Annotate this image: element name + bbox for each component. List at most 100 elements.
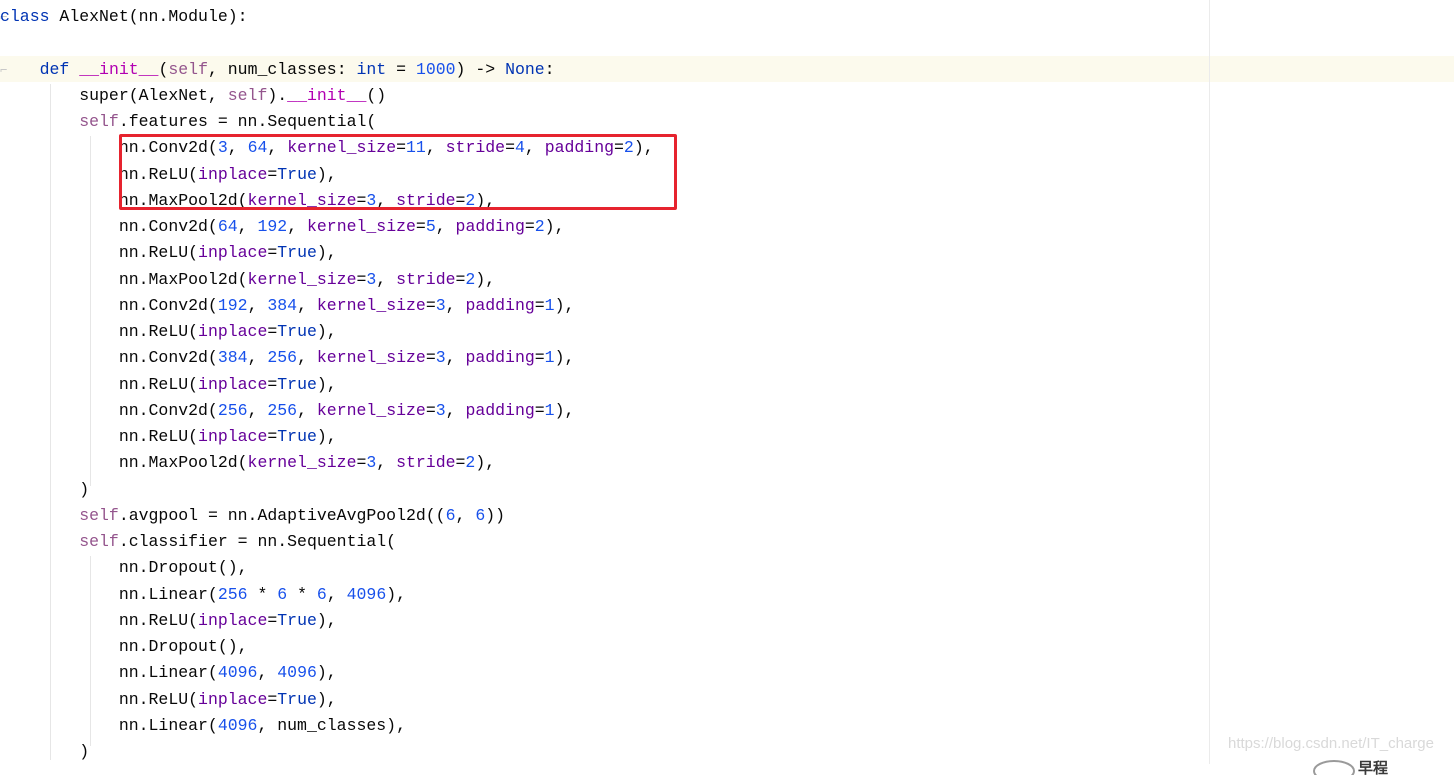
code-token: , bbox=[247, 295, 268, 315]
code-token: 384 bbox=[217, 348, 248, 368]
code-token: = bbox=[534, 295, 545, 315]
code-token: = bbox=[425, 348, 436, 368]
code-token: ), bbox=[316, 663, 337, 683]
code-token: nn.Conv2d( bbox=[0, 348, 218, 368]
code-line[interactable]: nn.Linear(4096, num_classes), bbox=[0, 713, 654, 739]
code-token: padding bbox=[455, 217, 525, 236]
code-token: self bbox=[79, 505, 119, 525]
code-token: ) bbox=[0, 479, 90, 499]
code-line[interactable]: nn.ReLU(inplace=True), bbox=[0, 240, 654, 266]
code-token: 2 bbox=[465, 269, 476, 289]
code-token: True bbox=[277, 374, 317, 394]
code-line[interactable]: ) bbox=[0, 739, 654, 765]
code-line[interactable]: super(AlexNet, self).__init__() bbox=[0, 83, 654, 109]
code-content[interactable]: class AlexNet(nn.Module):​ def __init__(… bbox=[0, 4, 654, 765]
code-token: nn.Conv2d( bbox=[0, 295, 218, 315]
code-line[interactable]: nn.MaxPool2d(kernel_size=3, stride=2), bbox=[0, 450, 654, 476]
code-token: = bbox=[425, 295, 436, 315]
code-token: ), bbox=[316, 610, 337, 630]
code-line[interactable]: self.classifier = nn.Sequential( bbox=[0, 529, 654, 555]
svg-text:早程: 早程 bbox=[1358, 760, 1388, 775]
code-editor[interactable]: ⌐ ⌐ class AlexNet(nn.Module):​ def __ini… bbox=[0, 0, 1454, 775]
code-line[interactable]: nn.ReLU(inplace=True), bbox=[0, 372, 654, 398]
code-token: 4096 bbox=[277, 663, 317, 683]
code-token: 192 bbox=[257, 217, 288, 236]
code-token: nn.Conv2d( bbox=[0, 217, 218, 236]
code-token: , bbox=[257, 663, 278, 683]
code-token: kernel_size bbox=[316, 295, 426, 315]
code-token: stride bbox=[396, 269, 456, 289]
code-token: .features = nn.Sequential( bbox=[118, 112, 377, 131]
code-token: ), bbox=[544, 217, 565, 236]
code-line[interactable]: nn.ReLU(inplace=True), bbox=[0, 687, 654, 713]
code-line[interactable]: nn.Linear(4096, 4096), bbox=[0, 660, 654, 686]
code-token: ) bbox=[0, 742, 90, 761]
code-line[interactable]: def __init__(self, num_classes: int = 10… bbox=[0, 57, 654, 83]
code-line[interactable]: ) bbox=[0, 477, 654, 503]
code-token: ), bbox=[554, 295, 575, 315]
code-token: ( bbox=[158, 59, 169, 79]
code-token: )) bbox=[485, 505, 506, 525]
code-token: inplace bbox=[198, 322, 268, 341]
code-token: inplace bbox=[198, 427, 268, 446]
code-line[interactable]: nn.Conv2d(64, 192, kernel_size=5, paddin… bbox=[0, 214, 654, 240]
code-token: 256 bbox=[267, 348, 298, 368]
code-token: 6 bbox=[445, 505, 456, 525]
code-token: ), bbox=[475, 453, 496, 473]
code-token: padding bbox=[465, 348, 535, 368]
code-token: ), bbox=[316, 243, 337, 263]
code-token: 5 bbox=[425, 217, 436, 236]
code-line[interactable]: class AlexNet(nn.Module): bbox=[0, 4, 654, 30]
code-line[interactable]: nn.ReLU(inplace=True), bbox=[0, 608, 654, 634]
code-token: super(AlexNet, bbox=[0, 85, 228, 105]
code-token: inplace bbox=[198, 374, 268, 394]
code-line[interactable]: nn.ReLU(inplace=True), bbox=[0, 319, 654, 345]
code-line[interactable]: ​ bbox=[0, 30, 654, 56]
code-token: 1 bbox=[544, 295, 555, 315]
code-line[interactable]: nn.MaxPool2d(kernel_size=3, stride=2), bbox=[0, 267, 654, 293]
code-line[interactable]: nn.Dropout(), bbox=[0, 634, 654, 660]
code-token: , bbox=[445, 400, 466, 420]
code-token: 384 bbox=[267, 295, 298, 315]
code-token: 6 bbox=[316, 584, 327, 604]
code-token: nn.Linear( bbox=[0, 663, 218, 683]
code-token: self bbox=[168, 59, 208, 79]
code-token: AlexNet(nn.Module): bbox=[49, 7, 248, 26]
code-line[interactable]: nn.Linear(256 * 6 * 6, 4096), bbox=[0, 582, 654, 608]
code-token: int bbox=[356, 59, 387, 79]
code-token: padding bbox=[465, 400, 535, 420]
code-token: True bbox=[277, 610, 317, 630]
code-token: , num_classes: bbox=[207, 59, 357, 79]
code-line[interactable]: self.avgpool = nn.AdaptiveAvgPool2d((6, … bbox=[0, 503, 654, 529]
code-token: kernel_size bbox=[307, 217, 416, 236]
code-token: True bbox=[277, 243, 317, 263]
code-token: = bbox=[455, 269, 466, 289]
code-token: 256 bbox=[217, 584, 248, 604]
code-token: nn.ReLU( bbox=[0, 610, 199, 630]
code-line[interactable]: nn.ReLU(inplace=True), bbox=[0, 424, 654, 450]
code-token: 1 bbox=[544, 400, 555, 420]
code-token: : bbox=[544, 59, 555, 79]
code-token: 1000 bbox=[415, 59, 456, 79]
code-token: , bbox=[376, 269, 397, 289]
code-token: inplace bbox=[198, 689, 268, 709]
code-line[interactable]: nn.Conv2d(384, 256, kernel_size=3, paddi… bbox=[0, 345, 654, 371]
code-token: = bbox=[267, 610, 278, 630]
code-line[interactable]: self.features = nn.Sequential( bbox=[0, 109, 654, 135]
code-token: 2 bbox=[534, 217, 545, 236]
code-token: kernel_size bbox=[247, 453, 357, 473]
code-line[interactable]: nn.Conv2d(256, 256, kernel_size=3, paddi… bbox=[0, 398, 654, 424]
red-annotation-box bbox=[119, 134, 677, 210]
code-token: ) -> bbox=[455, 59, 506, 79]
code-line[interactable]: nn.Conv2d(192, 384, kernel_size=3, paddi… bbox=[0, 293, 654, 319]
code-token: 3 bbox=[435, 348, 446, 368]
code-token: nn.Linear( bbox=[0, 584, 218, 604]
code-token: ), bbox=[386, 584, 407, 604]
code-token: = bbox=[356, 269, 367, 289]
code-token: 1 bbox=[544, 348, 555, 368]
code-token: ). bbox=[267, 85, 288, 105]
code-line[interactable]: nn.Dropout(), bbox=[0, 555, 654, 581]
